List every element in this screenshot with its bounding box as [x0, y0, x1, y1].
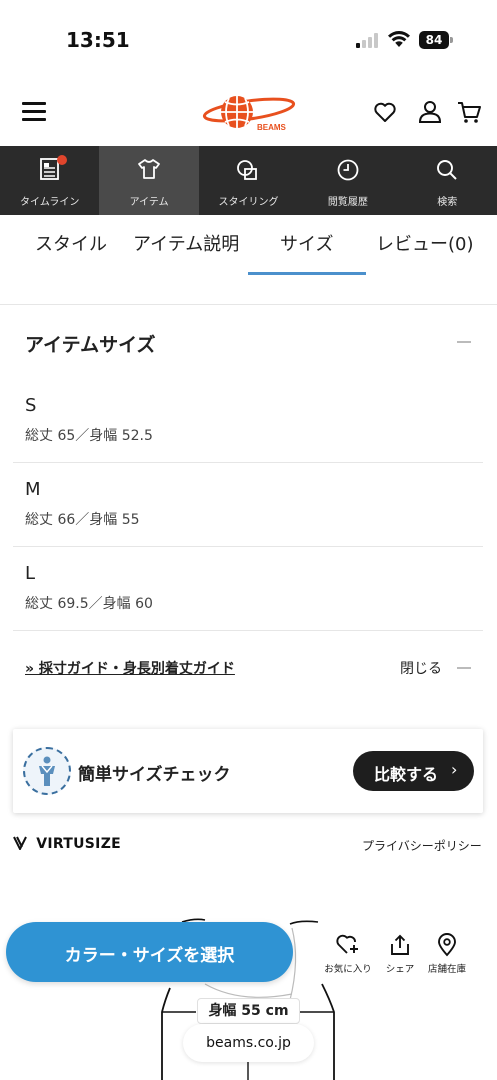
status-time: 13:51: [66, 28, 130, 52]
main-nav: タイムライン アイテム スタイリング 閲覧履歴 検索: [0, 146, 497, 215]
cellular-signal-icon: [356, 33, 380, 48]
share-icon: [391, 934, 409, 955]
favorite-button[interactable]: お気に入り: [320, 933, 376, 977]
location-pin-icon: [438, 933, 456, 957]
item-size-title: アイテムサイズ: [25, 334, 156, 356]
brand-name: BEAMS: [257, 123, 287, 132]
styling-icon: [237, 160, 258, 180]
active-tab-indicator: [248, 272, 366, 275]
detail-tabs: スタイル アイテム説明 サイズ レビュー(0): [0, 215, 497, 305]
close-dash-icon[interactable]: [457, 667, 471, 669]
app-header: BEAMS: [0, 80, 497, 146]
browser-url-bar[interactable]: beams.co.jp: [183, 1024, 314, 1062]
tab-style[interactable]: スタイル: [35, 230, 107, 256]
store-stock-label: 店舗在庫: [427, 964, 466, 975]
nav-label-history: 閲覧履歴: [327, 197, 368, 208]
nav-label-search: 検索: [437, 197, 458, 208]
search-icon: [437, 160, 457, 180]
size-name: M: [25, 479, 41, 500]
size-guide-link[interactable]: » 採寸ガイド・身長別着丈ガイド: [25, 658, 235, 678]
nav-label-timeline: タイムライン: [20, 197, 80, 208]
heart-plus-icon: [336, 934, 358, 954]
collapse-icon[interactable]: [457, 341, 471, 343]
status-bar: 13:51 84: [0, 0, 497, 78]
tab-review[interactable]: レビュー(0): [376, 230, 474, 256]
size-detail: 総丈 65／身幅 52.5: [25, 428, 153, 444]
tab-size[interactable]: サイズ: [280, 230, 333, 256]
width-measurement-label: 身幅 55 cm: [197, 998, 300, 1024]
size-detail: 総丈 69.5／身幅 60: [25, 596, 153, 612]
nav-item-styling[interactable]: スタイリング: [199, 146, 298, 215]
size-check-banner[interactable]: 簡単サイズチェック 比較する ›: [13, 729, 483, 813]
privacy-policy-link[interactable]: プライバシーポリシー: [362, 837, 482, 854]
compare-button[interactable]: 比較する ›: [353, 751, 474, 791]
favorite-label: お気に入り: [324, 964, 372, 975]
notification-badge: [57, 155, 67, 165]
select-button-label: カラー・サイズを選択: [64, 946, 235, 966]
user-icon[interactable]: [417, 99, 443, 125]
body-avatar-icon: [23, 747, 71, 795]
size-check-label: 簡単サイズチェック: [78, 765, 231, 785]
size-detail: 総丈 66／身幅 55: [25, 512, 140, 528]
size-name: S: [25, 395, 37, 416]
virtusize-wordmark: VIRTUSIZE: [36, 836, 122, 852]
nav-item-search[interactable]: 検索: [398, 146, 497, 215]
nav-label-styling: スタイリング: [218, 197, 279, 208]
nav-item-item[interactable]: アイテム: [99, 146, 199, 215]
tshirt-icon: [138, 159, 160, 179]
virtusize-logo: VIRTUSIZE: [13, 836, 121, 852]
size-row: L 総丈 69.5／身幅 60: [13, 547, 483, 631]
size-row: M 総丈 66／身幅 55: [13, 463, 483, 547]
nav-item-timeline[interactable]: タイムライン: [0, 146, 99, 215]
virtusize-v-icon: [13, 836, 27, 852]
wifi-icon: [388, 31, 410, 47]
menu-icon[interactable]: [22, 100, 48, 122]
size-row: S 総丈 65／身幅 52.5: [13, 379, 483, 463]
battery-indicator: 84: [419, 31, 453, 49]
nav-label-item: アイテム: [129, 197, 169, 208]
brand-logo[interactable]: BEAMS: [201, 90, 297, 136]
tab-item-description[interactable]: アイテム説明: [133, 230, 239, 256]
battery-level: 84: [419, 31, 449, 49]
heart-icon[interactable]: [372, 99, 398, 125]
cart-icon[interactable]: [456, 99, 482, 125]
store-stock-button[interactable]: 店舗在庫: [419, 933, 475, 977]
select-color-size-button[interactable]: カラー・サイズを選択: [6, 922, 293, 982]
clock-icon: [337, 159, 359, 181]
compare-button-label: 比較する: [374, 765, 439, 784]
nav-item-history[interactable]: 閲覧履歴: [298, 146, 397, 215]
chevron-right-icon: ›: [451, 760, 458, 779]
size-name: L: [25, 563, 36, 584]
close-button[interactable]: 閉じる: [400, 658, 442, 678]
